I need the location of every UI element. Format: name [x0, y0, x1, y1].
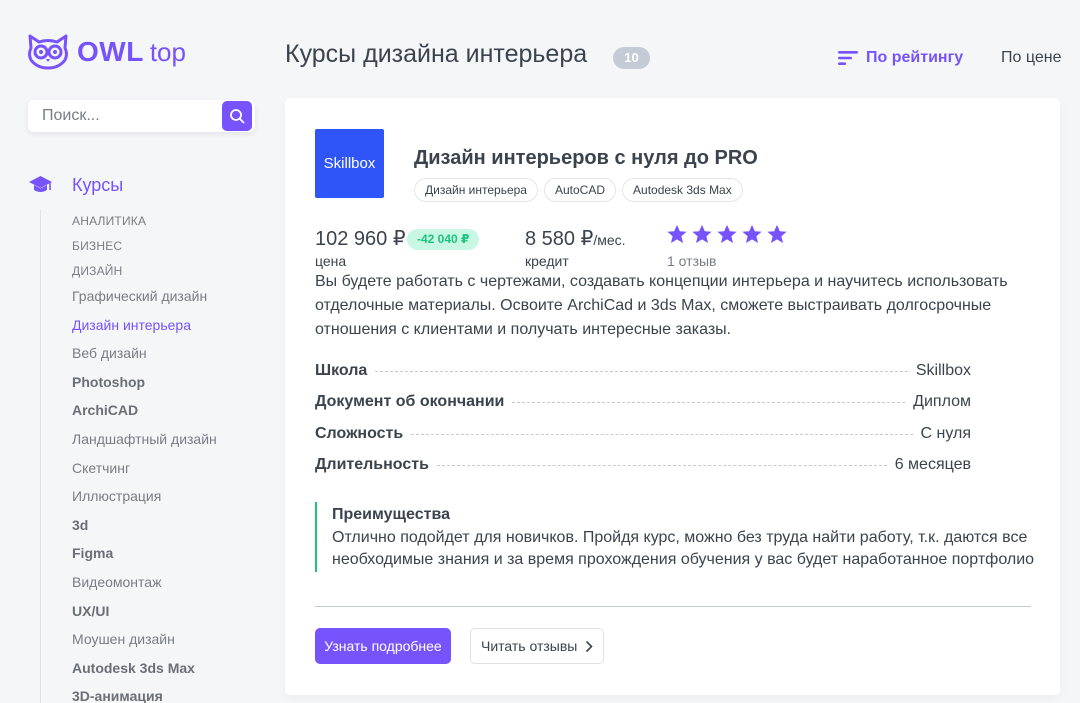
read-reviews-label: Читать отзывы — [481, 638, 578, 654]
category-courses[interactable]: Курсы — [28, 174, 123, 196]
course-card: Skillbox Дизайн интерьеров с нуля до PRO… — [285, 98, 1060, 695]
price-label: цена — [315, 253, 347, 269]
page-title: Курсы дизайна интерьера — [285, 40, 588, 68]
spec-value: Диплом — [913, 393, 971, 411]
advantages-text: Отлично подойдет для новичков. Пройдя ку… — [332, 529, 1035, 568]
sort-by-rating-button[interactable]: По рейтингу — [838, 49, 963, 67]
sidebar-item[interactable]: Ландшафтный дизайн — [72, 427, 217, 456]
learn-more-button[interactable]: Узнать подробнее — [315, 628, 451, 664]
search-box — [28, 100, 255, 132]
spec-key: Сложность — [315, 424, 404, 442]
sidebar-item[interactable]: Скетчинг — [72, 456, 217, 485]
sidebar-item[interactable]: Видеомонтаж — [72, 570, 217, 599]
search-icon — [230, 109, 245, 124]
credit-price: 8 580 ₽/мес. — [525, 226, 626, 251]
spec-row: Сложность С нуля — [315, 425, 971, 456]
star-icon[interactable] — [716, 224, 738, 245]
course-specs: Школа Skillbox Документ об окончании Диплом… — [315, 362, 971, 487]
owl-logo-icon — [28, 34, 68, 70]
sidebar-item[interactable]: UX/UI — [72, 599, 217, 628]
sidebar-item[interactable]: Photoshop — [72, 370, 217, 399]
sidebar-item[interactable]: Autodesk 3ds Max — [72, 656, 217, 685]
spec-row: Школа Skillbox — [315, 362, 971, 393]
course-price: 102 960 ₽ — [315, 228, 406, 250]
sidebar-item[interactable]: Иллюстрация — [72, 484, 217, 513]
card-divider — [315, 606, 1031, 607]
sidebar-item[interactable]: Figma — [72, 541, 217, 570]
advantages-block: Преимущества Отлично подойдет для новичк… — [315, 502, 1035, 572]
star-icon[interactable] — [766, 224, 788, 245]
count-badge: 10 — [613, 47, 650, 69]
menu-divider-line — [40, 210, 41, 703]
sidebar-item[interactable]: Дизайн интерьера — [72, 313, 217, 342]
chevron-right-icon — [586, 641, 593, 652]
spec-value: С нуля — [920, 424, 971, 442]
search-input[interactable] — [28, 100, 223, 132]
spec-value: 6 месяцев — [894, 455, 971, 473]
spec-key: Школа — [315, 362, 368, 379]
credit-unit: /мес. — [593, 232, 626, 248]
graduation-cap-icon — [29, 176, 52, 192]
star-icon[interactable] — [691, 224, 713, 245]
spec-dots — [436, 464, 887, 466]
logo[interactable]: OWL top — [27, 34, 186, 70]
sort-rating-label: По рейтингу — [866, 49, 964, 66]
spec-row: Документ об окончании Диплом — [315, 393, 971, 424]
spec-dots — [411, 433, 913, 435]
search-button[interactable] — [222, 101, 252, 131]
star-icon[interactable] — [741, 224, 763, 245]
rating-stars[interactable] — [666, 224, 791, 245]
sort-by-price-button[interactable]: По цене — [1001, 49, 1061, 67]
sidebar-item[interactable]: Моушен дизайн — [72, 627, 217, 656]
sidebar-item[interactable]: ArchiCAD — [72, 398, 217, 427]
course-tags: Дизайн интерьера AutoCAD Autodesk 3ds Max — [414, 178, 749, 202]
school-logo[interactable]: Skillbox — [315, 129, 384, 198]
logo-name: OWL — [77, 36, 144, 67]
sidebar-item[interactable]: АНАЛИТИКА — [72, 209, 217, 234]
sidebar-item[interactable]: 3d — [72, 513, 217, 542]
star-icon[interactable] — [666, 224, 688, 245]
spec-value: Skillbox — [915, 362, 971, 379]
advantages-title: Преимущества — [332, 506, 450, 523]
reviews-count: 1 отзыв — [667, 253, 717, 269]
sort-icon — [838, 51, 858, 65]
spec-dots — [375, 371, 908, 372]
sidebar-item[interactable]: 3D-анимация — [72, 684, 217, 703]
credit-label: кредит — [525, 253, 569, 269]
spec-key: Документ об окончании — [315, 393, 505, 411]
category-label: Курсы — [72, 174, 124, 195]
credit-value: 8 580 ₽ — [525, 228, 594, 250]
sidebar-item[interactable]: Веб дизайн — [72, 341, 217, 370]
logo-suffix: top — [149, 36, 186, 67]
course-tag[interactable]: Autodesk 3ds Max — [622, 178, 743, 202]
sidebar-menu: АНАЛИТИКА БИЗНЕС ДИЗАЙН Графический дизайн Д… — [72, 209, 217, 703]
spec-dots — [512, 402, 906, 404]
course-description: Вы будете работать с чертежами, создават… — [315, 273, 1008, 338]
discount-badge: -42 040 ₽ — [407, 229, 480, 250]
course-tag[interactable]: Дизайн интерьера — [414, 178, 538, 202]
sidebar-item[interactable]: Графический дизайн — [72, 284, 217, 313]
spec-key: Длительность — [315, 455, 429, 473]
sidebar: OWL top Курсы АНАЛИТИКАБИЗНЕСДИЗАЙНГрафи… — [0, 0, 270, 703]
sidebar-item[interactable]: БИЗНЕС — [72, 234, 217, 259]
sidebar-item[interactable]: ДИЗАЙН — [72, 259, 217, 284]
spec-row: Длительность 6 месяцев — [315, 456, 971, 487]
course-tag[interactable]: AutoCAD — [543, 178, 617, 202]
course-title: Дизайн интерьеров с нуля до PRO — [414, 147, 758, 169]
read-reviews-button[interactable]: Читать отзывы — [470, 628, 604, 664]
